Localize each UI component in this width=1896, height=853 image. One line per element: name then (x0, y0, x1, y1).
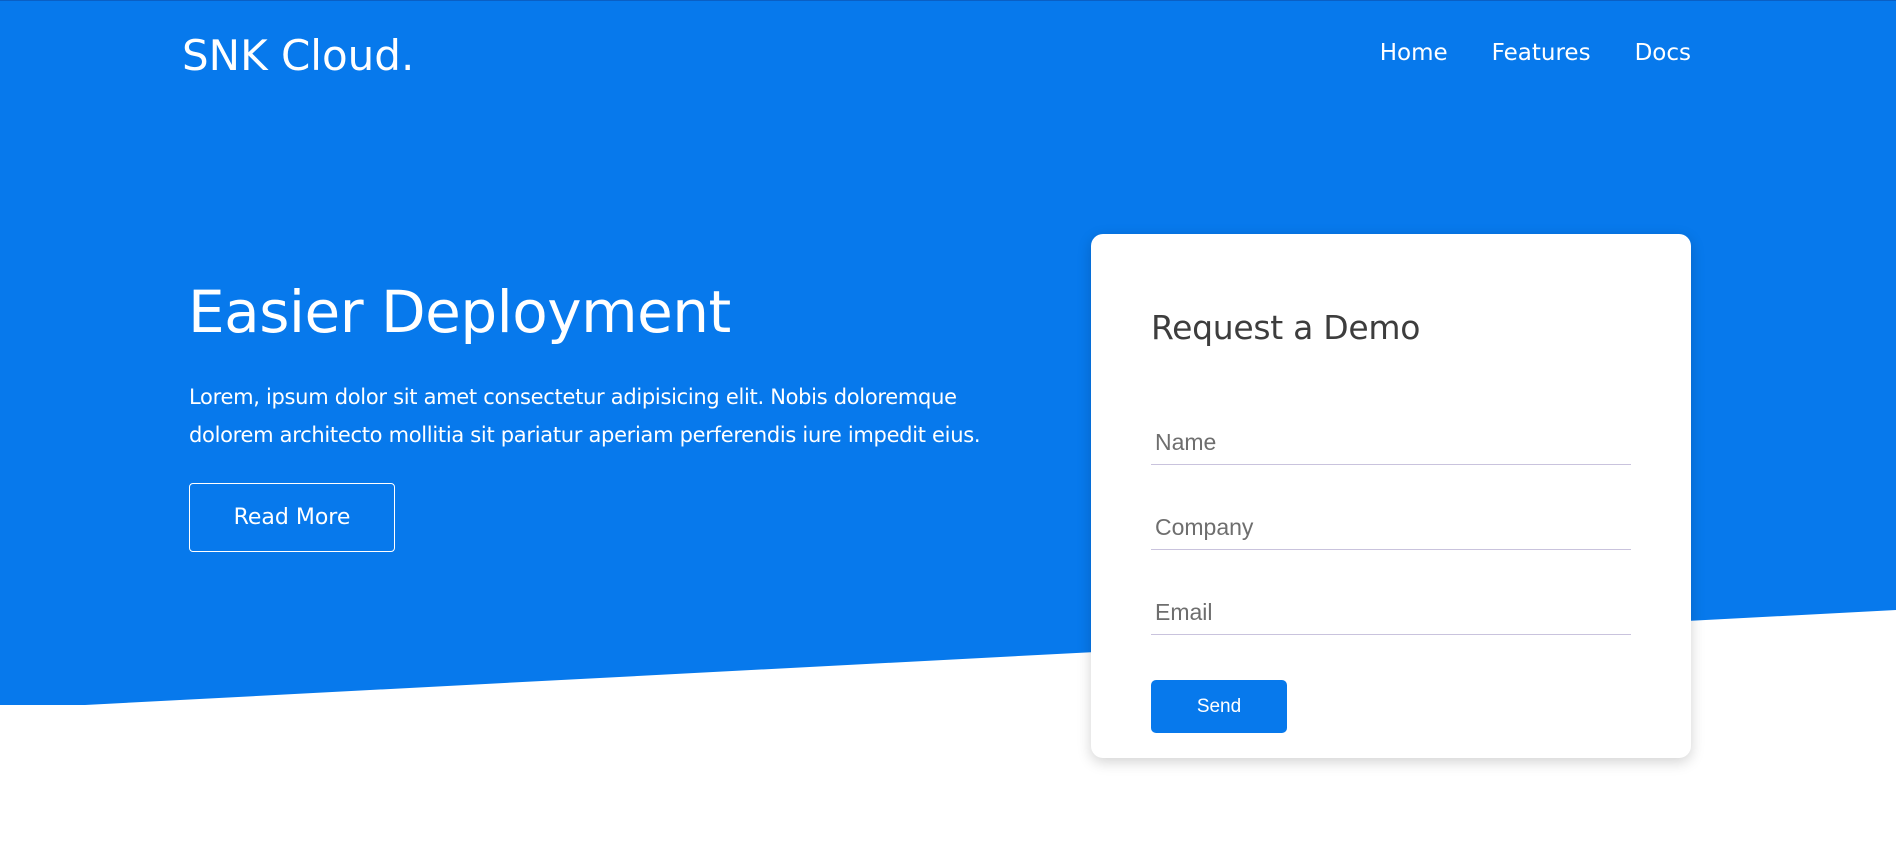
nav-link-docs[interactable]: Docs (1635, 36, 1691, 70)
send-button[interactable]: Send (1151, 680, 1287, 733)
name-input[interactable] (1151, 421, 1631, 465)
request-demo-card: Request a Demo Send (1091, 234, 1691, 758)
nav-link-features[interactable]: Features (1492, 36, 1591, 70)
top-border (0, 0, 1896, 1)
hero-description: Lorem, ipsum dolor sit amet consectetur … (189, 385, 981, 447)
request-demo-title: Request a Demo (1151, 308, 1421, 347)
nav-link-home[interactable]: Home (1380, 36, 1448, 70)
main-nav: Home Features Docs (1380, 36, 1691, 70)
email-input[interactable] (1151, 591, 1631, 635)
read-more-button[interactable]: Read More (189, 483, 395, 552)
hero-title: Easier Deployment (188, 278, 731, 346)
landing-page: SNK Cloud. Home Features Docs Easier Dep… (0, 0, 1896, 853)
company-input[interactable] (1151, 506, 1631, 550)
brand-logo[interactable]: SNK Cloud. (182, 28, 414, 84)
